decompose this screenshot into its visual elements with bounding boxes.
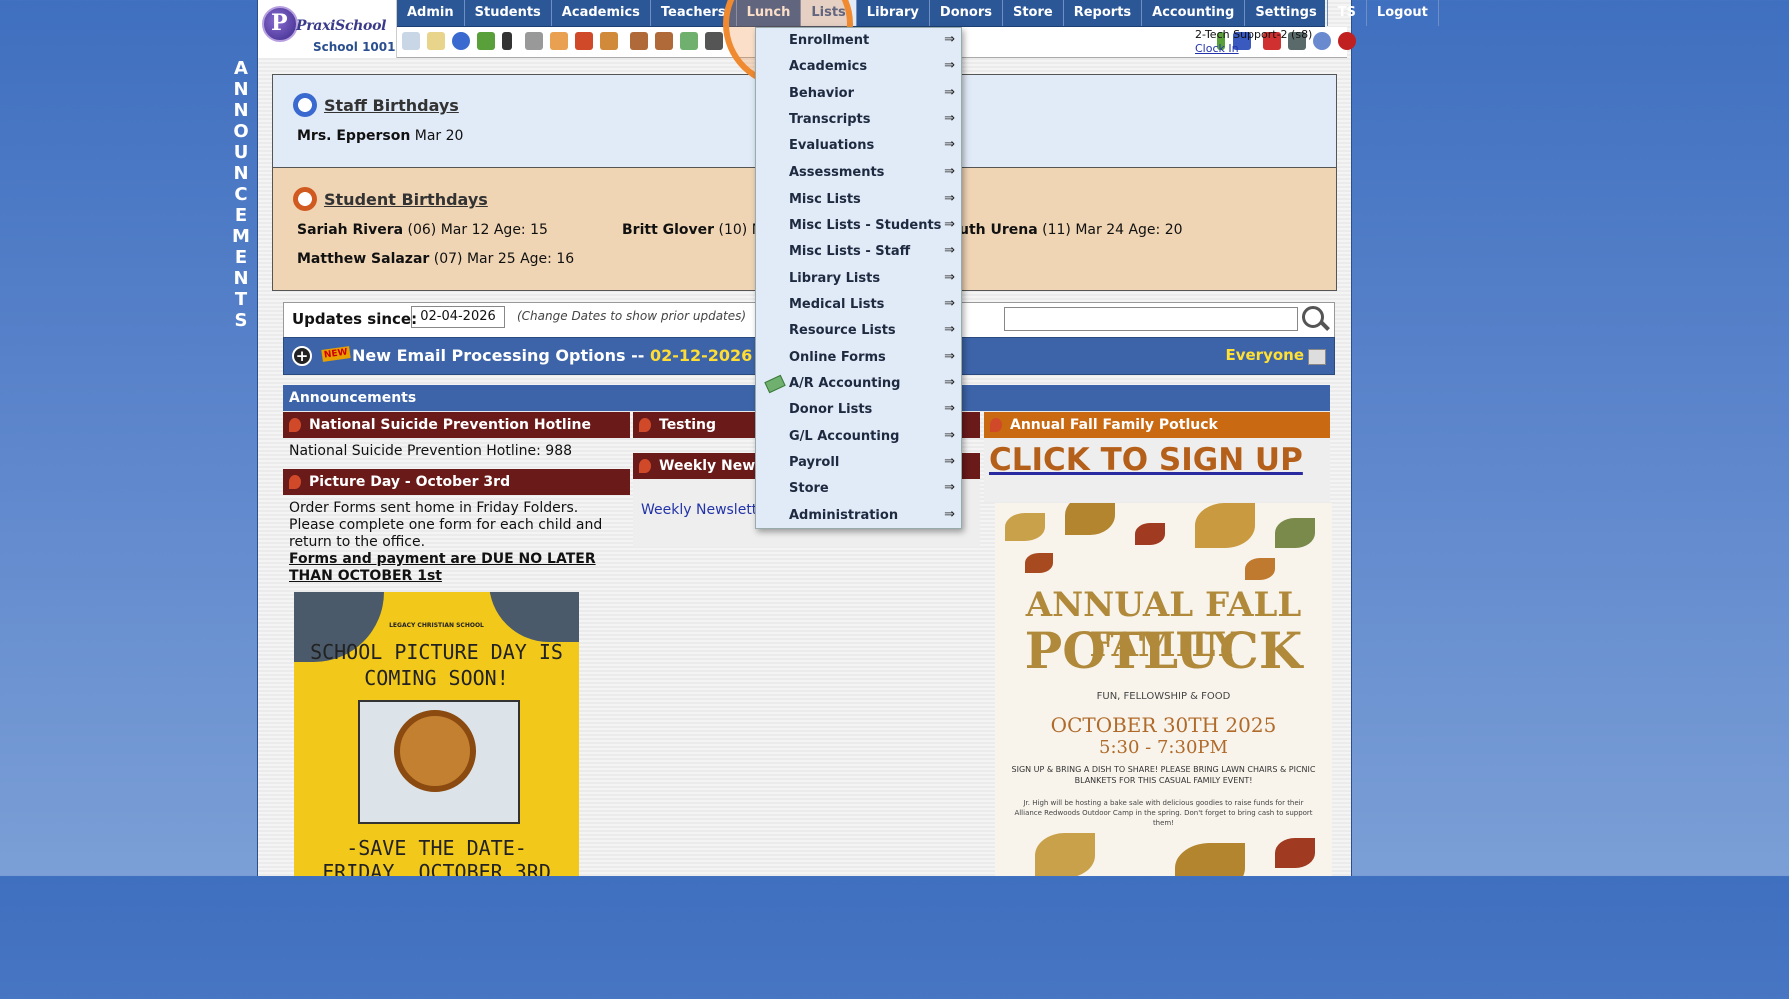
menu-item-transcripts[interactable]: Transcripts ⇒ [756, 107, 961, 133]
announcements-vertical-banner: ANNOUNCEMENTS [232, 58, 250, 331]
lists-dropdown-menu: Enrollment ⇒ Academics ⇒ Behavior ⇒ Transcr… [755, 27, 962, 529]
student-birthday-entry: Sariah Rivera (06) Mar 12 Age: 15 [297, 222, 548, 238]
sign-up-link[interactable]: CLICK TO SIGN UP [989, 442, 1303, 478]
money-icon[interactable] [680, 32, 698, 50]
user-name: 2-Tech Support-2 (s8) [1195, 28, 1313, 41]
school-name: School 1001 [313, 40, 396, 54]
menu-item-enrollment[interactable]: Enrollment ⇒ [756, 28, 961, 54]
news-title[interactable]: New Email Processing Options -- 02-12-20… [352, 346, 752, 365]
student-birthday-entry: uth Urena (11) Mar 24 Age: 20 [959, 222, 1183, 238]
menu-item-online-forms[interactable]: Online Forms ⇒ [756, 345, 961, 371]
news-audience: Everyone [1225, 346, 1304, 364]
menu-item-misc-lists-students[interactable]: Misc Lists - Students ⇒ [756, 213, 961, 239]
student-birthday-entry: Britt Glover (10) M [622, 222, 764, 238]
updates-date-input[interactable]: 02-04-2026 [411, 306, 505, 328]
menu-item-resource-lists[interactable]: Resource Lists ⇒ [756, 318, 961, 344]
logo-icon [262, 6, 298, 42]
menu-item-misc-lists-staff[interactable]: Misc Lists - Staff ⇒ [756, 239, 961, 265]
menu-item-ar-accounting[interactable]: A/R Accounting ⇒ [756, 371, 961, 397]
search-input[interactable] [1004, 307, 1298, 331]
menu-item-payroll[interactable]: Payroll ⇒ [756, 450, 961, 476]
menu-item-library-lists[interactable]: Library Lists ⇒ [756, 266, 961, 292]
menu-item-academics[interactable]: Academics ⇒ [756, 54, 961, 80]
announcement-body: National Suicide Prevention Hotline: 988 [289, 443, 573, 459]
expand-icon[interactable]: + [292, 346, 312, 366]
nav-ts[interactable]: TS [1328, 0, 1367, 26]
menu-item-store[interactable]: Store ⇒ [756, 476, 961, 502]
chat-icon[interactable] [477, 32, 495, 50]
announcement-body: Order Forms sent home in Friday Folders.… [289, 500, 629, 585]
search-icon[interactable] [1302, 306, 1324, 328]
logo-text: PraxiSchool [296, 18, 387, 34]
help-icon[interactable] [1313, 32, 1331, 50]
menu-item-behavior[interactable]: Behavior ⇒ [756, 81, 961, 107]
menu-item-gl-accounting[interactable]: G/L Accounting ⇒ [756, 424, 961, 450]
menu-item-misc-lists[interactable]: Misc Lists ⇒ [756, 187, 961, 213]
nav-accounting[interactable]: Accounting [1142, 0, 1246, 26]
nav-store[interactable]: Store [1003, 0, 1064, 26]
potluck-poster: ANNUAL FALL FAMILY POTLUCK FUN, FELLOWSH… [995, 503, 1332, 876]
user-icon[interactable] [705, 32, 723, 50]
nav-students[interactable]: Students [465, 0, 552, 26]
logo[interactable]: PraxiSchool School 1001 [258, 0, 397, 58]
student-birthday-entry: Matthew Salazar (07) Mar 25 Age: 16 [297, 251, 575, 267]
pin-icon [289, 418, 301, 432]
staff-birthday-entry: Mrs. Epperson Mar 20 [297, 128, 464, 144]
menu-item-evaluations[interactable]: Evaluations ⇒ [756, 133, 961, 159]
teacher-icon[interactable] [655, 32, 673, 50]
weekly-newsletter-link[interactable]: Weekly Newslette [641, 502, 766, 519]
announcement-title[interactable]: Picture Day - October 3rd [283, 469, 630, 495]
user-info: 2-Tech Support-2 (s8) Clock In [1195, 28, 1312, 56]
pin-icon [639, 418, 651, 432]
staff-birthdays-title[interactable]: Staff Birthdays [324, 96, 459, 115]
menu-item-administration[interactable]: Administration ⇒ [756, 503, 961, 529]
grid-icon[interactable] [427, 32, 445, 50]
nav-logout[interactable]: Logout [1367, 0, 1439, 26]
updates-hint: (Change Dates to show prior updates) [517, 309, 747, 323]
search-icon[interactable] [402, 32, 420, 50]
printer-icon[interactable] [1308, 349, 1326, 365]
pin-icon [639, 459, 651, 473]
new-badge: NEW [321, 346, 351, 362]
nav-admin[interactable]: Admin [397, 0, 465, 26]
email-icon[interactable] [452, 32, 470, 50]
birthday-cake-icon [293, 187, 317, 211]
menu-item-donor-lists[interactable]: Donor Lists ⇒ [756, 397, 961, 423]
lion-illustration [394, 710, 476, 792]
announcement-title[interactable]: Annual Fall Family Potluck [984, 412, 1330, 438]
document-icon[interactable] [550, 32, 568, 50]
nav-library[interactable]: Library [857, 0, 930, 26]
picture-day-poster: LEGACY CHRISTIAN SCHOOL SCHOOL PICTURE D… [294, 592, 579, 876]
menu-item-assessments[interactable]: Assessments ⇒ [756, 160, 961, 186]
announcement-title[interactable]: National Suicide Prevention Hotline [283, 412, 630, 438]
due-date-link[interactable]: Forms and payment are DUE NO LATER [289, 551, 629, 568]
phone-icon[interactable] [502, 32, 512, 50]
clock-in-link[interactable]: Clock In [1195, 42, 1239, 55]
calendar-icon[interactable] [575, 32, 593, 50]
megaphone-icon[interactable] [600, 32, 618, 50]
money-icon [764, 374, 786, 394]
student-birthdays-title[interactable]: Student Birthdays [324, 190, 488, 209]
nav-academics[interactable]: Academics [552, 0, 651, 26]
pin-icon [289, 475, 301, 489]
person-icon[interactable] [630, 32, 648, 50]
birthday-cake-icon [293, 93, 317, 117]
pin-icon [990, 418, 1002, 432]
updates-label: Updates since: [292, 310, 418, 328]
due-date-link-2[interactable]: THAN OCTOBER 1st [289, 568, 629, 585]
nav-reports[interactable]: Reports [1064, 0, 1143, 26]
speaker-icon[interactable] [525, 32, 543, 50]
top-nav: Admin Students Academics Teachers Lunch … [397, 0, 1439, 27]
nav-donors[interactable]: Donors [930, 0, 1003, 26]
nav-settings[interactable]: Settings [1245, 0, 1328, 26]
menu-item-medical-lists[interactable]: Medical Lists ⇒ [756, 292, 961, 318]
power-icon[interactable] [1338, 32, 1356, 50]
